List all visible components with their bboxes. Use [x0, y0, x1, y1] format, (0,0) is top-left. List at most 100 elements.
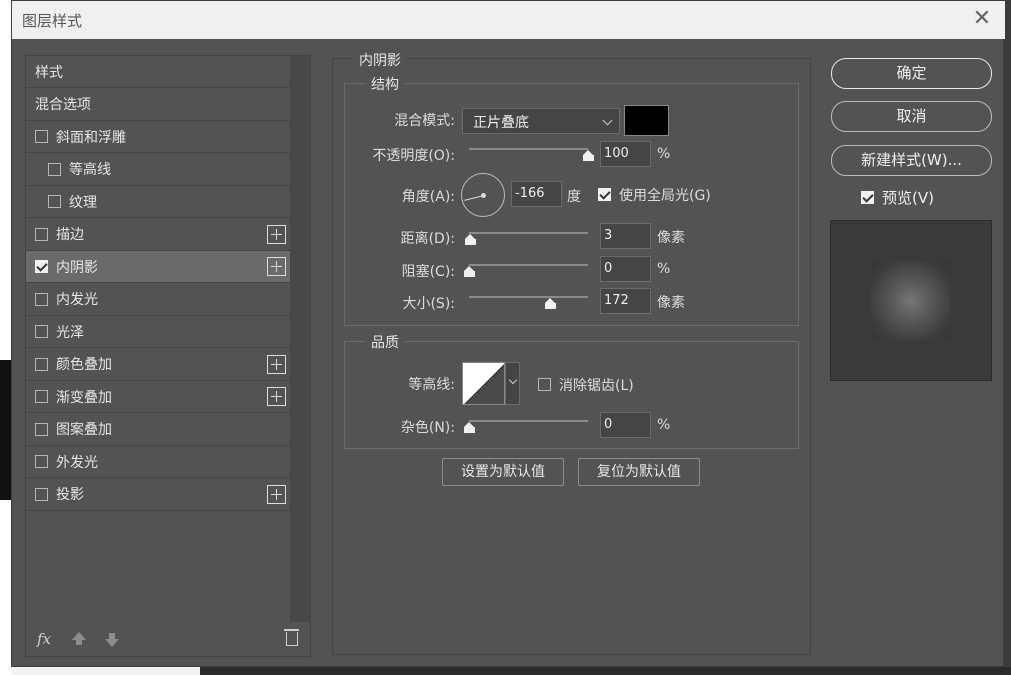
style-preview — [830, 220, 992, 381]
style-list-item[interactable]: 样式 — [26, 56, 290, 88]
trash-icon[interactable] — [284, 629, 299, 646]
structure-title: 结构 — [365, 74, 405, 94]
add-effect-icon[interactable] — [267, 257, 286, 276]
anti-alias-label: 消除锯齿(L) — [559, 378, 634, 394]
contour-label: 等高线: — [408, 377, 455, 393]
style-list-checkbox[interactable] — [35, 487, 48, 501]
style-list-item-label: 内阴影 — [56, 259, 98, 276]
quality-title: 品质 — [365, 332, 405, 352]
style-list-checkbox[interactable] — [35, 227, 48, 241]
style-list-item[interactable]: 外发光 — [26, 446, 290, 478]
style-list-item[interactable]: 投影 — [26, 479, 290, 511]
choke-slider-thumb[interactable] — [463, 266, 475, 277]
background-panel-bottom — [200, 667, 1011, 675]
choke-input[interactable]: 0 — [600, 256, 651, 282]
style-list-scrollbar[interactable] — [290, 56, 310, 622]
style-list-item[interactable]: 等高线 — [26, 154, 290, 186]
style-list-item-label: 混合选项 — [35, 97, 91, 113]
add-effect-icon[interactable] — [267, 387, 286, 406]
reset-default-button[interactable]: 复位为默认值 — [578, 458, 700, 486]
blend-mode-select[interactable]: 正片叠底 — [462, 108, 620, 134]
choke-slider[interactable] — [469, 264, 588, 266]
angle-dial[interactable] — [461, 173, 505, 217]
shadow-color-swatch[interactable] — [624, 105, 669, 136]
opacity-slider-thumb[interactable] — [582, 150, 594, 161]
distance-slider[interactable] — [469, 232, 588, 234]
style-list-item[interactable]: 内阴影 — [26, 251, 290, 283]
angle-label: 角度(A): — [401, 189, 455, 205]
style-list-checkbox[interactable] — [35, 422, 48, 436]
opacity-slider[interactable] — [469, 148, 588, 150]
style-list-item[interactable]: 内发光 — [26, 284, 290, 316]
style-list-item[interactable]: 渐变叠加 — [26, 381, 290, 413]
contour-curve-icon — [464, 364, 504, 404]
noise-slider[interactable] — [469, 420, 588, 422]
angle-input[interactable]: -166 — [511, 181, 562, 207]
style-list-item-label: 投影 — [56, 487, 84, 503]
preview-checkbox[interactable] — [861, 191, 874, 204]
preview-toggle[interactable]: 预览(V) — [861, 187, 934, 208]
fx-menu-icon[interactable]: fx — [37, 630, 51, 648]
style-list-item-label: 纹理 — [69, 194, 97, 211]
noise-unit: % — [657, 417, 671, 433]
layer-style-dialog: 图层样式 ✕ 样式混合选项斜面和浮雕等高线纹理描边内阴影内发光光泽颜色叠加渐变叠… — [11, 0, 1005, 667]
distance-input[interactable]: 3 — [600, 223, 651, 249]
style-list-item[interactable]: 混合选项 — [26, 89, 290, 121]
style-list-checkbox[interactable] — [35, 455, 48, 468]
chevron-down-icon — [508, 375, 518, 385]
anti-alias-checkbox[interactable] — [538, 378, 551, 391]
opacity-unit: % — [657, 146, 671, 162]
size-slider-thumb[interactable] — [545, 298, 557, 309]
use-global-light-checkbox[interactable] — [598, 188, 611, 201]
style-list-checkbox[interactable] — [35, 325, 48, 338]
inner-shadow-panel: 内阴影 结构 混合模式: 正片叠底 不透明度(O): 100 % 角度(A): … — [332, 50, 811, 655]
style-list-item-label: 外发光 — [56, 454, 98, 471]
choke-label: 阻塞(C): — [401, 264, 455, 280]
dialog-title: 图层样式 — [22, 12, 83, 30]
style-list-checkbox[interactable] — [35, 292, 48, 306]
choke-unit: % — [657, 261, 671, 277]
style-list-item[interactable]: 颜色叠加 — [26, 349, 290, 381]
add-effect-icon[interactable] — [267, 224, 286, 244]
add-effect-icon[interactable] — [267, 354, 286, 374]
style-list-panel: 样式混合选项斜面和浮雕等高线纹理描边内阴影内发光光泽颜色叠加渐变叠加图案叠加外发… — [25, 55, 311, 657]
size-slider[interactable] — [469, 296, 588, 298]
style-list-item[interactable]: 纹理 — [26, 186, 290, 218]
style-list-item-label: 等高线 — [69, 162, 111, 178]
background-panel-right — [1004, 0, 1011, 675]
style-list-checkbox[interactable] — [35, 390, 48, 403]
preview-label: 预览(V) — [882, 189, 934, 207]
style-list-item-label: 图案叠加 — [56, 422, 112, 438]
contour-preview[interactable] — [462, 362, 505, 405]
noise-input[interactable]: 0 — [600, 412, 651, 438]
style-list-checkbox[interactable] — [35, 260, 48, 273]
close-icon[interactable]: ✕ — [971, 8, 993, 30]
style-list-item-label: 描边 — [56, 227, 84, 243]
style-list-checkbox[interactable] — [35, 130, 48, 143]
ok-button[interactable]: 确定 — [831, 58, 992, 89]
new-style-button[interactable]: 新建样式(W)... — [831, 145, 992, 176]
size-input[interactable]: 172 — [600, 288, 651, 314]
style-list-item[interactable]: 斜面和浮雕 — [26, 121, 290, 153]
size-label: 大小(S): — [402, 296, 455, 312]
style-list-item[interactable]: 描边 — [26, 219, 290, 251]
noise-slider-thumb[interactable] — [463, 422, 475, 433]
opacity-label: 不透明度(O): — [372, 148, 455, 164]
style-list-item-label: 光泽 — [56, 324, 84, 341]
style-list-checkbox[interactable] — [48, 162, 61, 176]
style-list-item-label: 斜面和浮雕 — [56, 129, 126, 146]
style-list-item[interactable]: 光泽 — [26, 316, 290, 348]
blend-mode-label: 混合模式: — [394, 113, 455, 129]
set-default-button[interactable]: 设置为默认值 — [442, 458, 564, 486]
noise-label: 杂色(N): — [400, 420, 455, 436]
contour-dropdown[interactable] — [505, 362, 520, 405]
cancel-button[interactable]: 取消 — [831, 101, 992, 132]
style-list-checkbox[interactable] — [48, 195, 61, 208]
size-unit: 像素 — [657, 295, 685, 311]
style-list-item-label: 颜色叠加 — [56, 357, 112, 373]
distance-slider-thumb[interactable] — [464, 234, 476, 245]
style-list-item[interactable]: 图案叠加 — [26, 414, 290, 446]
style-list-checkbox[interactable] — [35, 357, 48, 371]
opacity-input[interactable]: 100 — [600, 141, 651, 167]
add-effect-icon[interactable] — [267, 484, 286, 504]
